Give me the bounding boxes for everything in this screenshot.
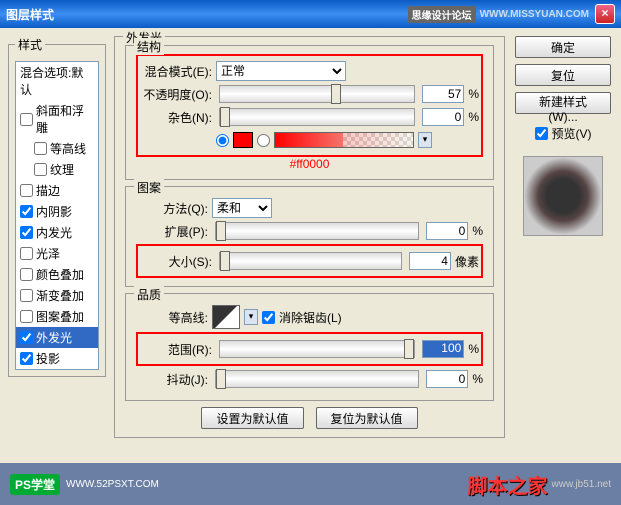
style-checkbox[interactable] [20,268,33,281]
cancel-button[interactable]: 复位 [515,64,611,86]
style-list: 混合选项:默认 斜面和浮雕等高线纹理描边内阴影内发光光泽颜色叠加渐变叠加图案叠加… [15,61,99,370]
spread-label: 扩展(P): [136,223,208,240]
ok-button[interactable]: 确定 [515,36,611,58]
style-label: 纹理 [50,161,74,178]
opacity-label: 不透明度(O): [140,86,212,103]
footer: PS学堂 WWW.52PSXT.COM 脚本之家 www.jb51.net [0,463,621,505]
blend-mode-select[interactable]: 正常 [216,61,346,81]
style-label: 图案叠加 [36,308,84,325]
jitter-input[interactable] [426,370,468,388]
style-item[interactable]: 光泽 [16,243,98,264]
styles-legend: 样式 [15,36,45,53]
style-item[interactable]: 内发光 [16,222,98,243]
style-checkbox[interactable] [20,352,33,365]
contour-dropdown[interactable]: ▾ [244,309,258,325]
preview-checkbox[interactable] [535,127,548,140]
style-item[interactable]: 渐变叠加 [16,285,98,306]
contour-label: 等高线: [136,309,208,326]
style-checkbox[interactable] [20,205,33,218]
reset-default-button[interactable]: 复位为默认值 [316,407,418,429]
color-radio[interactable] [216,134,229,147]
style-checkbox[interactable] [20,289,33,302]
style-label: 描边 [36,182,60,199]
header-url: WWW.MISSYUAN.COM [480,9,589,20]
style-item[interactable]: 颜色叠加 [16,264,98,285]
style-item[interactable]: 内阴影 [16,201,98,222]
blend-mode-label: 混合模式(E): [140,63,212,80]
structure-highlight: 混合模式(E): 正常 不透明度(O): % 杂色(N): % [136,54,483,157]
color-hex-label: #ff0000 [136,157,483,171]
style-label: 斜面和浮雕 [36,102,94,136]
color-swatch[interactable] [233,132,253,148]
style-label: 外发光 [36,329,72,346]
noise-label: 杂色(N): [140,109,212,126]
footer-url: WWW.52PSXT.COM [66,479,159,490]
elements-group: 图案 方法(Q): 柔和 扩展(P): % 大小(S): 像素 [125,186,494,287]
spread-input[interactable] [426,222,468,240]
range-input[interactable]: 100 [422,340,464,358]
opacity-input[interactable] [422,85,464,103]
close-button[interactable]: × [595,4,615,24]
style-checkbox[interactable] [34,142,47,155]
range-label: 范围(R): [140,341,212,358]
style-item[interactable]: 斜面和浮雕 [16,100,98,138]
antialias-label: 消除锯齿(L) [279,309,342,326]
style-label: 颜色叠加 [36,266,84,283]
range-highlight: 范围(R): 100 % [136,332,483,366]
style-label: 等高线 [50,140,86,157]
style-item[interactable]: 投影 [16,348,98,369]
style-checkbox[interactable] [20,310,33,323]
preview-swatch [523,156,603,236]
outer-glow-group: 外发光 结构 混合模式(E): 正常 不透明度(O): % 杂色(N [114,36,505,438]
size-label: 大小(S): [140,253,212,270]
style-item[interactable]: 外发光 [16,327,98,348]
footer-brand-url: www.jb51.net [552,479,611,490]
style-label: 内发光 [36,224,72,241]
structure-group: 结构 混合模式(E): 正常 不透明度(O): % 杂色(N): [125,45,494,180]
new-style-button[interactable]: 新建样式(W)... [515,92,611,114]
footer-logo: PS学堂 [10,474,60,495]
gradient-preview[interactable] [274,132,414,148]
noise-slider[interactable] [219,108,415,126]
style-checkbox[interactable] [20,113,33,126]
style-checkbox[interactable] [20,184,33,197]
make-default-button[interactable]: 设置为默认值 [201,407,303,429]
style-checkbox[interactable] [20,226,33,239]
style-item[interactable]: 描边 [16,180,98,201]
blend-default[interactable]: 混合选项:默认 [16,62,98,100]
technique-label: 方法(Q): [136,200,208,217]
style-checkbox[interactable] [20,331,33,344]
titlebar: 图层样式 思缘设计论坛 WWW.MISSYUAN.COM × [0,0,621,28]
opacity-slider[interactable] [219,85,415,103]
style-label: 光泽 [36,245,60,262]
window-title: 图层样式 [6,6,54,23]
style-label: 内阴影 [36,203,72,220]
style-item[interactable]: 纹理 [16,159,98,180]
style-checkbox[interactable] [20,247,33,260]
spread-slider[interactable] [215,222,419,240]
technique-select[interactable]: 柔和 [212,198,272,218]
preview-label: 预览(V) [552,125,592,142]
footer-brand: 脚本之家 [468,470,548,499]
style-item[interactable]: 等高线 [16,138,98,159]
contour-picker[interactable] [212,305,240,329]
size-slider[interactable] [219,252,402,270]
noise-input[interactable] [422,108,464,126]
jitter-slider[interactable] [215,370,419,388]
style-label: 投影 [36,350,60,367]
style-label: 渐变叠加 [36,287,84,304]
gradient-radio[interactable] [257,134,270,147]
header-tag: 思缘设计论坛 [408,6,476,23]
size-input[interactable] [409,252,451,270]
style-checkbox[interactable] [34,163,47,176]
size-highlight: 大小(S): 像素 [136,244,483,278]
antialias-checkbox[interactable] [262,311,275,324]
style-item[interactable]: 图案叠加 [16,306,98,327]
gradient-dropdown[interactable]: ▾ [418,132,432,148]
range-slider[interactable] [219,340,415,358]
quality-group: 品质 等高线: ▾ 消除锯齿(L) 范围(R): 100 % [125,293,494,401]
jitter-label: 抖动(J): [136,371,208,388]
styles-fieldset: 样式 混合选项:默认 斜面和浮雕等高线纹理描边内阴影内发光光泽颜色叠加渐变叠加图… [8,36,106,377]
